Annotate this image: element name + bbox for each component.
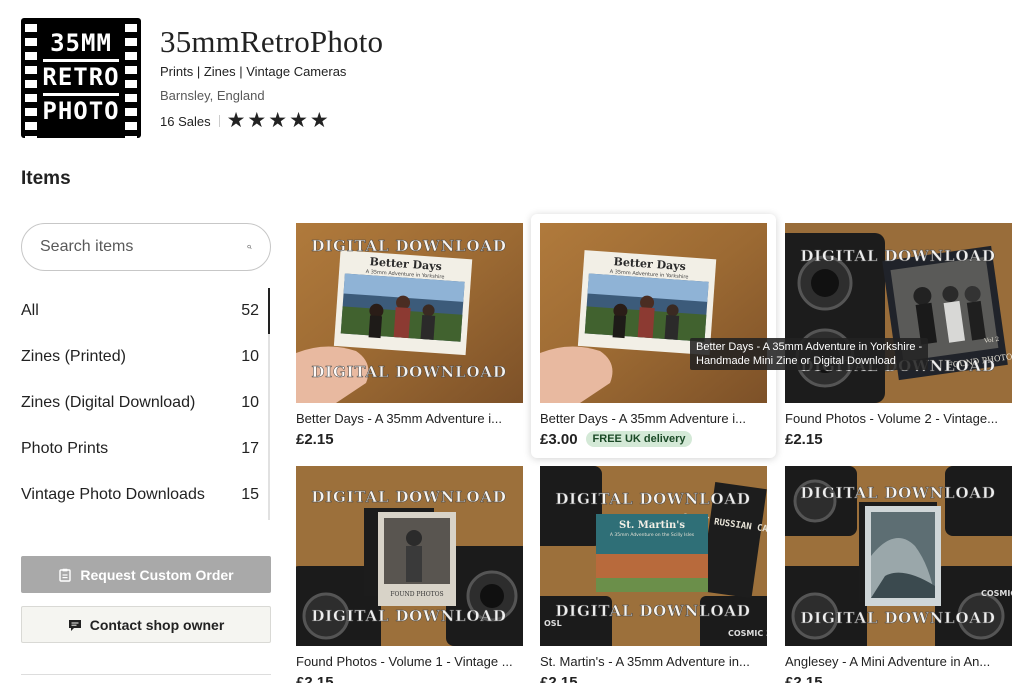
film-strip-left bbox=[25, 18, 37, 138]
divider bbox=[218, 115, 220, 127]
listing-card[interactable]: CRAZY RUSSIAN CAMERA St. Martin's A 35mm… bbox=[540, 466, 767, 683]
shop-sales-count[interactable]: 16 Sales bbox=[160, 114, 211, 129]
camera-label-text: OSL bbox=[544, 619, 562, 628]
watermark-text: DIGITAL DOWNLOAD bbox=[555, 490, 750, 508]
section-label: All bbox=[21, 302, 39, 319]
listing-card[interactable]: COSMIC DIGITAL DOWNLOAD DIGITAL DOWNLOAD… bbox=[785, 466, 1012, 683]
section-item-all[interactable]: All 52 bbox=[21, 288, 273, 334]
watermark-text: DIGITAL DOWNLOAD bbox=[311, 607, 506, 625]
star-icon: ★ bbox=[268, 109, 288, 132]
free-delivery-badge: FREE UK delivery bbox=[585, 431, 693, 447]
listing-card[interactable]: FOUND PHOTOS DIGITAL DOWNLOAD DIGITAL DO… bbox=[296, 466, 523, 683]
watermark-text: DIGITAL DOWNLOAD bbox=[800, 484, 995, 502]
logo-text-line-1: 35MM bbox=[50, 29, 112, 57]
section-count: 15 bbox=[241, 486, 259, 503]
watermark-text: DIGITAL DOWNLOAD bbox=[311, 237, 506, 255]
listing-card[interactable]: Better Days A 35mm Adventure in Yorkshir… bbox=[296, 223, 523, 453]
section-count: 10 bbox=[241, 348, 259, 365]
shop-location: Barnsley, England bbox=[160, 88, 265, 103]
listing-image[interactable]: Better Days A 35mm Adventure in Yorkshir… bbox=[296, 223, 523, 403]
listing-image[interactable]: FOUND PHOTOS DIGITAL DOWNLOAD DIGITAL DO… bbox=[296, 466, 523, 646]
contact-shop-owner-button[interactable]: Contact shop owner bbox=[21, 606, 271, 643]
divider bbox=[21, 674, 271, 675]
section-count: 52 bbox=[241, 302, 259, 319]
section-item-photo-prints[interactable]: Photo Prints 17 bbox=[21, 426, 273, 472]
listing-title[interactable]: Anglesey - A Mini Adventure in An... bbox=[785, 654, 1012, 669]
zine-label-text: FOUND PHOTOS bbox=[390, 591, 443, 598]
shop-tagline: Prints | Zines | Vintage Cameras bbox=[160, 64, 347, 79]
listing-price: £2.15 bbox=[296, 430, 334, 448]
listing-image[interactable]: FOUND PHOTOS Vol 2 DIGITAL DOWNLOAD DIGI… bbox=[785, 223, 1012, 403]
listing-card-hovered[interactable]: Better Days A 35mm Adventure in Yorkshir… bbox=[531, 214, 776, 458]
listing-title-tooltip: Better Days - A 35mm Adventure in Yorksh… bbox=[690, 338, 929, 370]
listing-price: £2.15 bbox=[540, 673, 578, 683]
section-label: Vintage Photo Downloads bbox=[21, 486, 205, 503]
listing-image[interactable]: Better Days A 35mm Adventure in Yorkshir… bbox=[540, 223, 767, 403]
star-icon: ★ bbox=[289, 109, 308, 132]
section-count: 10 bbox=[241, 394, 259, 411]
listing-title[interactable]: Better Days - A 35mm Adventure i... bbox=[540, 411, 767, 426]
request-custom-order-label: Request Custom Order bbox=[80, 566, 234, 583]
search-input[interactable] bbox=[40, 238, 247, 256]
listing-title[interactable]: Found Photos - Volume 1 - Vintage ... bbox=[296, 654, 523, 669]
star-icon: ★ bbox=[247, 109, 267, 132]
selected-section-indicator bbox=[268, 288, 270, 334]
listing-price: £2.15 bbox=[296, 673, 334, 683]
section-scrollbar[interactable] bbox=[268, 288, 270, 520]
listing-price-row: £2.15 bbox=[540, 672, 578, 683]
clipboard-icon bbox=[59, 568, 72, 582]
shop-logo[interactable]: 35MM RETRO PHOTO bbox=[21, 18, 141, 138]
film-strip-right bbox=[125, 18, 137, 138]
listing-image[interactable]: CRAZY RUSSIAN CAMERA St. Martin's A 35mm… bbox=[540, 466, 767, 646]
camera-label-text: COSMIC 35 bbox=[728, 629, 767, 638]
watermark-text: DIGITAL DOWNLOAD bbox=[555, 602, 750, 620]
section-item-vintage-downloads[interactable]: Vintage Photo Downloads 15 bbox=[21, 472, 273, 518]
watermark-text: DIGITAL DOWNLOAD bbox=[800, 247, 995, 265]
logo-text-line-3: PHOTO bbox=[42, 97, 120, 125]
search-icon[interactable] bbox=[247, 235, 252, 259]
zine-title-text: St. Martin's bbox=[619, 520, 685, 531]
tooltip-line-1: Better Days - A 35mm Adventure in Yorksh… bbox=[696, 341, 923, 353]
zine-subtitle-text: A 35mm Adventure on the Scilly Isles bbox=[610, 532, 695, 538]
shop-name: 35mmRetroPhoto bbox=[160, 24, 384, 59]
section-item-zines-digital[interactable]: Zines (Digital Download) 10 bbox=[21, 380, 273, 426]
request-custom-order-button[interactable]: Request Custom Order bbox=[21, 556, 271, 593]
listing-price-row: £2.15 bbox=[785, 429, 823, 449]
watermark-text: DIGITAL DOWNLOAD bbox=[800, 609, 995, 627]
listing-price-row: £2.15 bbox=[785, 672, 823, 683]
logo-text-line-2: RETRO bbox=[42, 63, 120, 91]
listing-price-row: £3.00 FREE UK delivery bbox=[540, 429, 693, 449]
section-label: Photo Prints bbox=[21, 440, 109, 457]
listing-title[interactable]: St. Martin's - A 35mm Adventure in... bbox=[540, 654, 767, 669]
listing-price: £2.15 bbox=[785, 673, 823, 683]
listing-price-row: £2.15 bbox=[296, 672, 334, 683]
listing-title[interactable]: Found Photos - Volume 2 - Vintage... bbox=[785, 411, 1012, 426]
items-heading: Items bbox=[21, 168, 71, 189]
section-count: 17 bbox=[241, 440, 259, 457]
logo-divider bbox=[43, 93, 119, 96]
rating-stars[interactable]: ★ ★ ★ ★ ★ bbox=[227, 110, 329, 132]
shop-section-list: All 52 Zines (Printed) 10 Zines (Digital… bbox=[21, 288, 273, 518]
listing-price: £3.00 bbox=[540, 430, 578, 448]
listing-image[interactable]: COSMIC DIGITAL DOWNLOAD DIGITAL DOWNLOAD bbox=[785, 466, 1012, 646]
section-label: Zines (Digital Download) bbox=[21, 394, 196, 411]
tooltip-line-2: Handmade Mini Zine or Digital Download bbox=[696, 355, 896, 367]
watermark-text: DIGITAL DOWNLOAD bbox=[311, 488, 506, 506]
listing-price-row: £2.15 bbox=[296, 429, 334, 449]
camera-label-text: COSMIC bbox=[981, 589, 1012, 598]
watermark-text: DIGITAL DOWNLOAD bbox=[311, 363, 506, 381]
shop-sales-row: 16 Sales ★ ★ ★ ★ ★ bbox=[160, 110, 329, 132]
contact-shop-owner-label: Contact shop owner bbox=[89, 616, 225, 633]
section-label: Zines (Printed) bbox=[21, 348, 126, 365]
search-box[interactable] bbox=[21, 223, 271, 271]
star-icon: ★ bbox=[309, 109, 329, 132]
logo-divider bbox=[43, 59, 119, 62]
message-icon bbox=[68, 619, 81, 631]
listing-price: £2.15 bbox=[785, 430, 823, 448]
section-item-zines-printed[interactable]: Zines (Printed) 10 bbox=[21, 334, 273, 380]
star-icon: ★ bbox=[226, 109, 246, 132]
listing-title[interactable]: Better Days - A 35mm Adventure i... bbox=[296, 411, 523, 426]
